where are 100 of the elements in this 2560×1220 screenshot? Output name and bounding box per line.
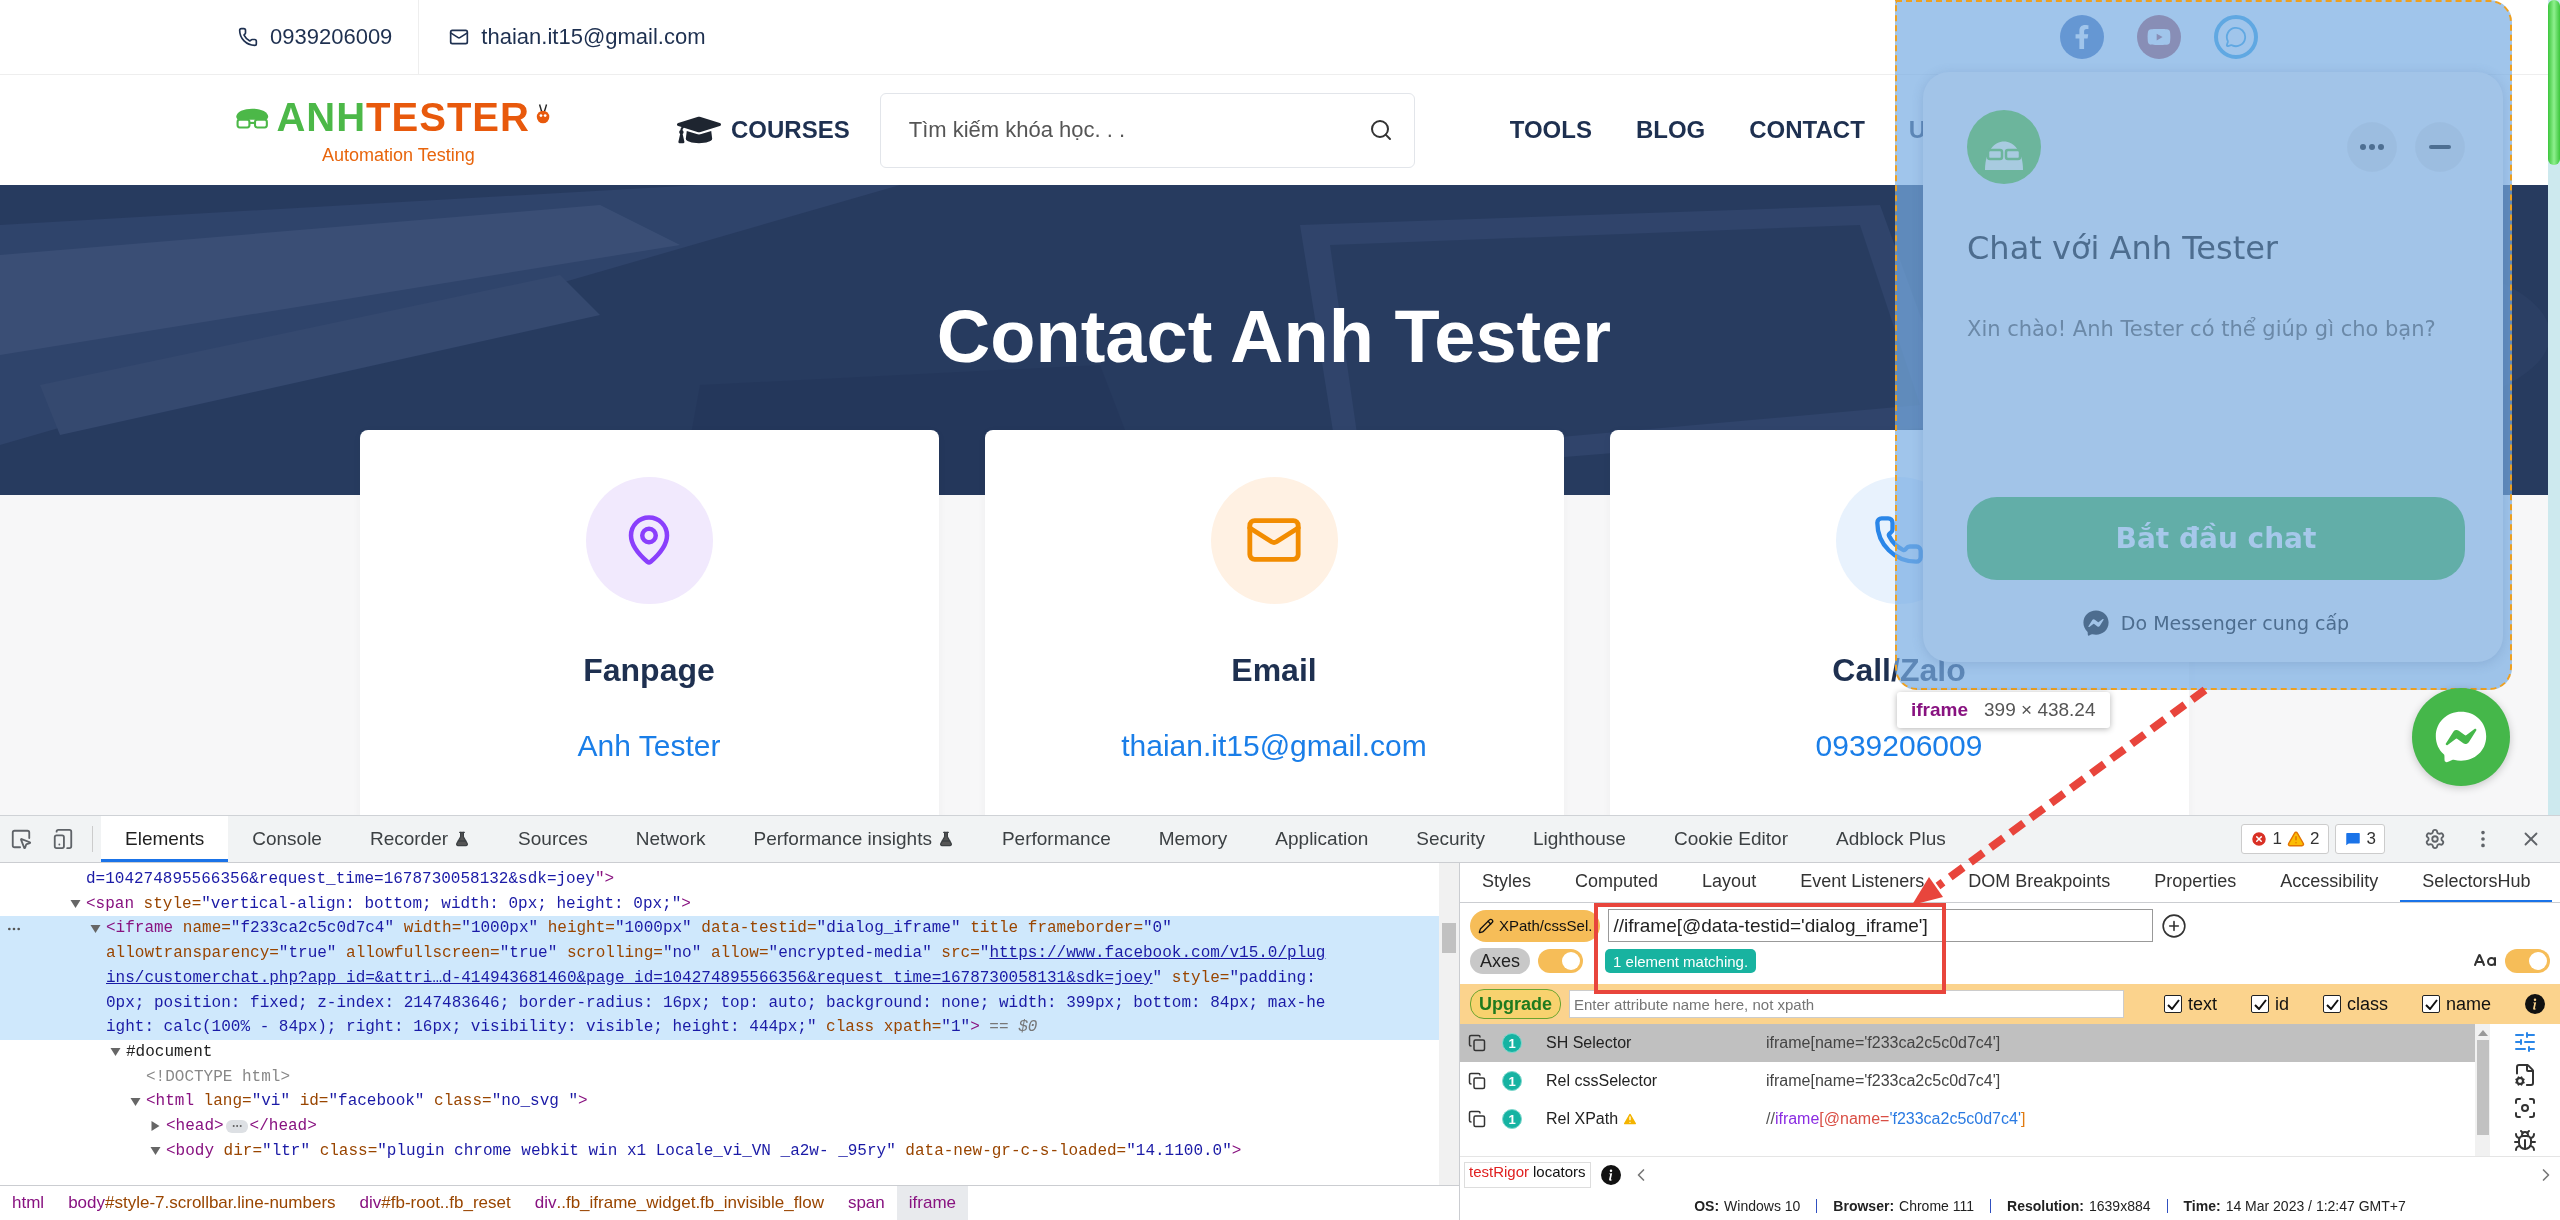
nav-link[interactable]: BLOG xyxy=(1635,116,1706,144)
devtools-tab[interactable]: Network xyxy=(611,816,730,862)
toggle-switch[interactable] xyxy=(2505,949,2550,973)
breadcrumb[interactable]: iframe xyxy=(896,1186,968,1220)
axes-label: Axes xyxy=(1470,948,1531,974)
code-token: "padding: xyxy=(1229,967,1316,989)
code-token: " xyxy=(979,943,990,965)
checkbox[interactable] xyxy=(2251,995,2270,1013)
code-token: allowtransparency= xyxy=(106,943,279,965)
breadcrumb[interactable]: span xyxy=(835,1186,897,1220)
sliders-icon[interactable] xyxy=(2513,1030,2537,1054)
breadcrumb[interactable]: div..fb_iframe_widget.fb_invisible_flow xyxy=(522,1186,836,1220)
collapsed-dots-icon[interactable] xyxy=(225,1119,248,1133)
devtools-tab[interactable]: Console xyxy=(228,816,346,862)
devtools-tab[interactable]: Lighthouse xyxy=(1508,816,1650,862)
sidebar-tab[interactable]: Event Listeners xyxy=(1778,863,1947,902)
scrollbar[interactable] xyxy=(1439,863,1459,1185)
card-title: Fanpage xyxy=(583,651,715,689)
phone-icon xyxy=(238,27,258,47)
mode-button[interactable]: XPath/cssSel. xyxy=(1470,909,1601,942)
checkbox[interactable] xyxy=(2164,995,2182,1013)
code-token: "true" xyxy=(278,943,337,965)
code-token: d=104274895566356&request_time=1678730058132&sdk=joey xyxy=(86,869,595,890)
code-token: lang= xyxy=(202,1091,252,1113)
nav-link[interactable]: TOOLS xyxy=(1509,116,1592,144)
sidebar-tab[interactable]: Styles xyxy=(1460,863,1554,902)
expanded-triangle-icon[interactable] xyxy=(130,1096,141,1107)
code-token: > xyxy=(970,1017,980,1039)
selected-node-row[interactable] xyxy=(0,916,1439,1040)
expanded-triangle-icon[interactable] xyxy=(150,1146,161,1157)
code-token: 0px; position: fixed; z-index: 2147483646; border-radius: 16px; top: auto; background: none; width: 399px; bottom: 84px; max-he xyxy=(106,992,1326,1014)
sidebar-tab[interactable]: SelectorsHub xyxy=(2400,863,2553,902)
scrollbar[interactable] xyxy=(2548,0,2560,815)
search-field[interactable]: Tìm kiếm khóa học. . . xyxy=(879,92,1415,168)
breadcrumb[interactable]: div#fb-root..fb_reset xyxy=(347,1186,523,1220)
result-row[interactable]: 1 SH Selector iframe[name='f233ca2c5c0d7c4'] xyxy=(1460,1024,2475,1062)
info-icon[interactable] xyxy=(2525,994,2546,1014)
devtools-tab[interactable]: Elements xyxy=(101,816,229,862)
more-button[interactable] xyxy=(2347,122,2397,172)
card-link[interactable]: thaian.it15@gmail.com xyxy=(1121,728,1427,763)
file-gear-icon[interactable] xyxy=(2513,1063,2537,1087)
toggle-switch[interactable] xyxy=(1538,949,1584,973)
checkbox[interactable] xyxy=(2422,995,2441,1013)
count-badge: 1 xyxy=(1502,1071,1522,1091)
info-icon[interactable] xyxy=(1600,1164,1621,1185)
sidebar-tab[interactable]: Layout xyxy=(1680,863,1779,902)
search-icon[interactable] xyxy=(1368,117,1393,142)
breadcrumb[interactable]: html xyxy=(0,1186,57,1220)
devtools-tab[interactable]: Performance xyxy=(977,816,1135,862)
copy-icon[interactable] xyxy=(1468,1072,1486,1090)
add-icon[interactable] xyxy=(2161,912,2188,939)
devtools-tab[interactable]: Recorder xyxy=(345,816,495,862)
expanded-triangle-icon[interactable] xyxy=(110,1047,121,1058)
minimize-button[interactable] xyxy=(2415,122,2465,172)
code-token: "dialog_iframe" xyxy=(816,918,961,940)
code-token: <!DOCTYPE html> xyxy=(146,1066,291,1088)
devtools-tab[interactable]: Adblock Plus xyxy=(1811,816,1970,862)
sidebar-tab[interactable]: Accessibility xyxy=(2258,863,2401,902)
copy-icon[interactable] xyxy=(1468,1110,1486,1128)
code-token: height= xyxy=(546,918,615,940)
devtools-tab[interactable]: Sources xyxy=(494,816,612,862)
code-token: data-new-gr-c-s-loaded= xyxy=(904,1140,1127,1162)
result-row[interactable]: 1 Rel cssSelector iframe[name='f233ca2c5c0d7c4'] xyxy=(1460,1062,2475,1100)
collapsed-triangle-icon[interactable] xyxy=(150,1121,161,1132)
sidebar-tab[interactable]: Computed xyxy=(1553,863,1681,902)
code-token: "vi" xyxy=(251,1091,291,1113)
bug-icon[interactable] xyxy=(2513,1129,2537,1153)
checkbox[interactable] xyxy=(2323,995,2342,1013)
upgrade-button[interactable]: Upgrade xyxy=(1470,989,1561,1019)
copy-icon[interactable] xyxy=(1468,1034,1486,1052)
nav-link[interactable]: CONTACT xyxy=(1749,116,1865,144)
sidebar-tab[interactable]: Properties xyxy=(2132,863,2259,902)
status-label: OS: xyxy=(1694,1198,1720,1214)
result-row[interactable]: 1 Rel XPath //iframe[@name='f233ca2c5c0d7c4'] xyxy=(1460,1100,2475,1138)
scrollbar[interactable] xyxy=(2475,1024,2490,1156)
code-token: "1" xyxy=(941,1017,971,1039)
messages-counter[interactable]: 3 xyxy=(2334,824,2385,854)
courses-link[interactable]: COURSES xyxy=(677,108,850,152)
devtools-tab[interactable]: Memory xyxy=(1134,816,1252,862)
code-link[interactable]: https://www.facebook.com/v15.0/plug xyxy=(989,941,1326,966)
devtools-tab[interactable]: Cookie Editor xyxy=(1649,816,1812,862)
attribute-input[interactable]: Enter attribute name here, not xpath xyxy=(1569,990,2124,1018)
devtools-tab[interactable]: Performance insights xyxy=(729,816,978,862)
chat-footer-text: Do Messenger cung cấp xyxy=(2120,612,2350,634)
expanded-triangle-icon[interactable] xyxy=(70,899,81,910)
pencil-icon xyxy=(1478,917,1494,934)
card-link[interactable]: 0939206009 xyxy=(1815,728,1983,763)
code-link[interactable]: ins/customerchat.php?app_id=&attri…d-414943681460&page_id=104274895566356&request_time=1678730058131&sdk=joey xyxy=(106,965,1153,991)
expanded-triangle-icon[interactable] xyxy=(90,923,101,934)
selector-input[interactable]: //iframe[@data-testid='dialog_iframe'] xyxy=(1608,909,2154,942)
sidebar-tab[interactable]: DOM Breakpoints xyxy=(1946,863,2133,902)
card-link[interactable]: Anh Tester xyxy=(577,728,721,763)
devtools-tab[interactable]: Application xyxy=(1251,816,1393,862)
testrigor-button[interactable]: testRigor locators xyxy=(1464,1161,1591,1188)
issues-counter[interactable]: 1 2 xyxy=(2240,824,2329,854)
breadcrumb[interactable]: body#style-7.scrollbar.line-numbers xyxy=(56,1186,348,1220)
error-icon xyxy=(2249,830,2268,848)
selector-value: iframe[name='f233ca2c5c0d7c4'] xyxy=(1766,1072,2001,1090)
devtools-tab[interactable]: Security xyxy=(1392,816,1509,862)
focus-icon[interactable] xyxy=(2513,1096,2537,1120)
